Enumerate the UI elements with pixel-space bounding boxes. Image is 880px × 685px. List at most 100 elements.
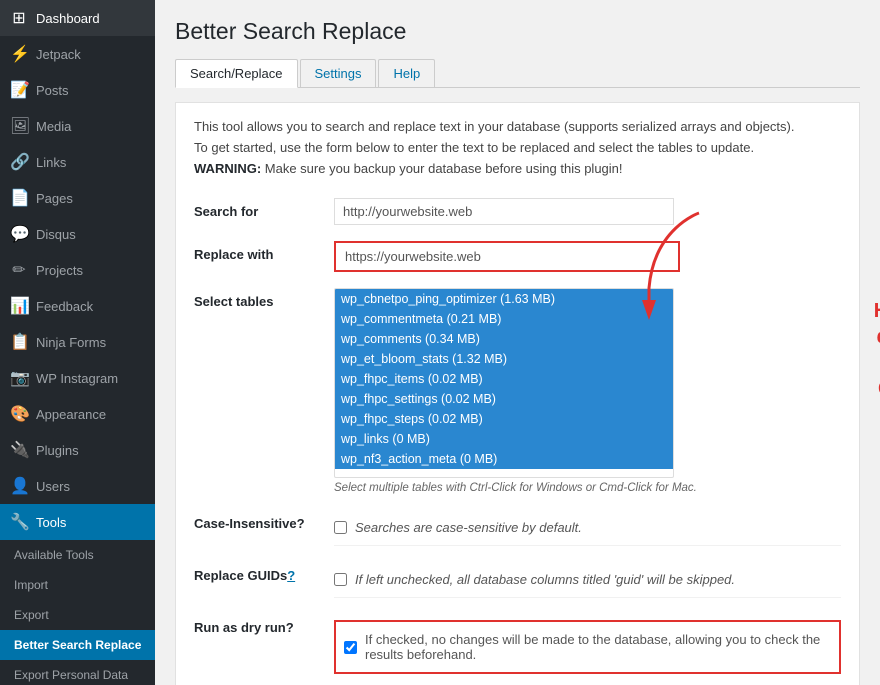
sidebar-label-available-tools: Available Tools (14, 548, 94, 562)
sidebar-item-jetpack[interactable]: ⚡ Jetpack (0, 36, 155, 72)
search-for-input[interactable] (334, 198, 674, 225)
sidebar-item-pages[interactable]: 📄 Pages (0, 180, 155, 216)
sidebar-item-available-tools[interactable]: Available Tools (0, 540, 155, 570)
dashboard-icon: ⊞ (10, 8, 28, 28)
table-option-4[interactable]: wp_fhpc_items (0.02 MB) (335, 369, 673, 389)
tabs-container: Search/Replace Settings Help (175, 59, 860, 88)
content-area: This tool allows you to search and repla… (175, 102, 860, 685)
dry-run-checkbox[interactable] (344, 641, 357, 654)
search-for-row: Search for (194, 190, 841, 233)
tables-select[interactable]: wp_cbnetpo_ping_optimizer (1.63 MB)wp_co… (334, 288, 674, 478)
table-option-8[interactable]: wp_nf3_action_meta (0 MB) (335, 449, 673, 469)
replace-with-input[interactable] (337, 244, 677, 269)
sidebar: ⊞ Dashboard ⚡ Jetpack 📝 Posts 🖼 Media 🔗Links 📄 Pag… (0, 0, 155, 685)
sidebar-label-tools: Tools (36, 515, 66, 530)
sidebar-label-export-personal: Export Personal Data (14, 668, 128, 682)
sidebar-item-appearance[interactable]: 🎨 Appearance (0, 396, 155, 432)
sidebar-label-jetpack: Jetpack (36, 47, 81, 62)
sidebar-item-dashboard[interactable]: ⊞ Dashboard (0, 0, 155, 36)
sidebar-item-feedback[interactable]: 📊 Feedback (0, 288, 155, 324)
table-option-7[interactable]: wp_links (0 MB) (335, 429, 673, 449)
table-option-2[interactable]: wp_comments (0.34 MB) (335, 329, 673, 349)
sidebar-label-feedback: Feedback (36, 299, 93, 314)
select-tables-row: Select tables wp_cbnetpo_ping_optimizer … (194, 280, 841, 502)
sidebar-label-better-search-replace: Better Search Replace (14, 638, 141, 652)
case-insensitive-checkbox[interactable] (334, 521, 347, 534)
sidebar-label-pages: Pages (36, 191, 73, 206)
sidebar-item-import[interactable]: Import (0, 570, 155, 600)
sidebar-item-export-personal[interactable]: Export Personal Data (0, 660, 155, 685)
posts-icon: 📝 (10, 80, 28, 100)
sidebar-label-import: Import (14, 578, 48, 592)
table-option-0[interactable]: wp_cbnetpo_ping_optimizer (1.63 MB) (335, 289, 673, 309)
sidebar-label-export: Export (14, 608, 49, 622)
sidebar-item-users[interactable]: 👤 Users (0, 468, 155, 504)
sidebar-label-media: Media (36, 119, 71, 134)
sidebar-label-users: Users (36, 479, 70, 494)
warning-text: WARNING: Make sure you backup your datab… (194, 161, 841, 176)
search-for-label: Search for (194, 190, 334, 233)
sidebar-item-better-search-replace[interactable]: Better Search Replace (0, 630, 155, 660)
tab-settings[interactable]: Settings (300, 59, 377, 87)
tools-icon: 🔧 (10, 512, 28, 532)
replace-guids-checkbox-row: If left unchecked, all database columns … (334, 562, 841, 598)
sidebar-item-plugins[interactable]: 🔌 Plugins (0, 432, 155, 468)
sidebar-label-appearance: Appearance (36, 407, 106, 422)
media-icon: 🖼 (10, 116, 28, 136)
sidebar-item-projects[interactable]: ✏ Projects (0, 252, 155, 288)
table-option-6[interactable]: wp_fhpc_steps (0.02 MB) (335, 409, 673, 429)
sidebar-label-plugins: Plugins (36, 443, 79, 458)
projects-icon: ✏ (10, 260, 28, 280)
case-insensitive-hint: Searches are case-sensitive by default. (355, 520, 582, 535)
select-hint: Select multiple tables with Ctrl-Click f… (334, 482, 841, 494)
sidebar-item-disqus[interactable]: 💬Disqus (0, 216, 155, 252)
description2: To get started, use the form below to en… (194, 140, 841, 155)
dry-run-hint: If checked, no changes will be made to t… (365, 632, 831, 662)
table-option-3[interactable]: wp_et_bloom_stats (1.32 MB) (335, 349, 673, 369)
replace-with-row: Replace with (194, 233, 841, 280)
guid-help-link[interactable]: ? (287, 568, 295, 583)
page-title: Better Search Replace (175, 18, 860, 45)
sidebar-label-projects: Projects (36, 263, 83, 278)
replace-guids-row: Replace GUIDs? If left unchecked, all da… (194, 554, 841, 606)
replace-input-wrapper (334, 241, 680, 272)
sidebar-item-ninja-forms[interactable]: 📋 Ninja Forms (0, 324, 155, 360)
replace-guids-checkbox[interactable] (334, 573, 347, 586)
sidebar-label-ninja-forms: Ninja Forms (36, 335, 106, 350)
sidebar-label-links: Links (36, 155, 66, 170)
pages-icon: 📄 (10, 188, 28, 208)
users-icon: 👤 (10, 476, 28, 496)
tab-search-replace[interactable]: Search/Replace (175, 59, 298, 88)
feedback-icon: 📊 (10, 296, 28, 316)
sidebar-item-posts[interactable]: 📝 Posts (0, 72, 155, 108)
jetpack-icon: ⚡ (10, 44, 28, 64)
sidebar-label-dashboard: Dashboard (36, 11, 100, 26)
warning-label: WARNING: (194, 161, 261, 176)
case-insensitive-label: Case-Insensitive? (194, 502, 334, 554)
case-insensitive-row: Case-Insensitive? Searches are case-sens… (194, 502, 841, 554)
form-table: Search for Replace with Select tables (194, 190, 841, 682)
replace-guids-label: Replace GUIDs? (194, 554, 334, 606)
annotation-text: Highlight everydatabase tablewithCTRL/CM… (851, 298, 880, 402)
wp-instagram-icon: 📷 (10, 368, 28, 388)
main-content: Better Search Replace Search/Replace Set… (155, 0, 880, 685)
tab-help[interactable]: Help (378, 59, 435, 87)
select-tables-label: Select tables (194, 280, 334, 502)
sidebar-label-posts: Posts (36, 83, 69, 98)
sidebar-item-export[interactable]: Export (0, 600, 155, 630)
sidebar-item-media[interactable]: 🖼 Media (0, 108, 155, 144)
sidebar-item-wp-instagram[interactable]: 📷 WP Instagram (0, 360, 155, 396)
appearance-icon: 🎨 (10, 404, 28, 424)
dry-run-checkbox-row: If checked, no changes will be made to t… (334, 620, 841, 674)
sidebar-item-links[interactable]: 🔗Links (0, 144, 155, 180)
sidebar-label-wp-instagram: WP Instagram (36, 371, 118, 386)
sidebar-item-tools[interactable]: 🔧 Tools (0, 504, 155, 540)
replace-guids-hint: If left unchecked, all database columns … (355, 572, 735, 587)
sidebar-label-disqus: Disqus (36, 227, 76, 242)
description1: This tool allows you to search and repla… (194, 119, 841, 134)
plugins-icon: 🔌 (10, 440, 28, 460)
table-option-5[interactable]: wp_fhpc_settings (0.02 MB) (335, 389, 673, 409)
ninja-forms-icon: 📋 (10, 332, 28, 352)
table-section: wp_cbnetpo_ping_optimizer (1.63 MB)wp_co… (334, 288, 841, 494)
table-option-1[interactable]: wp_commentmeta (0.21 MB) (335, 309, 673, 329)
